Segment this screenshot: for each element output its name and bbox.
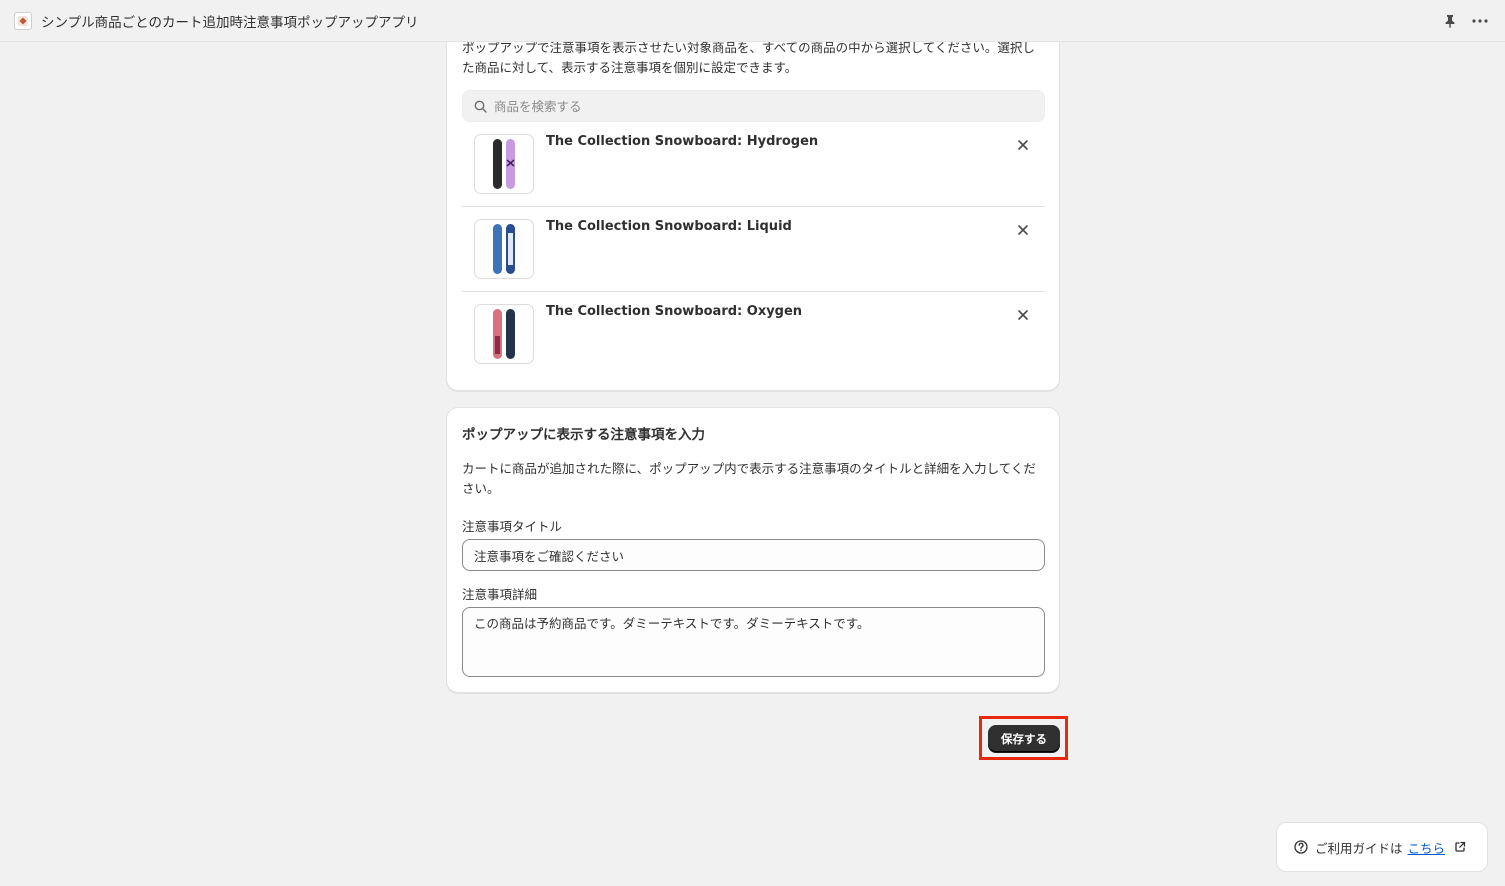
guide-link[interactable]: こちら xyxy=(1408,838,1446,857)
search-icon xyxy=(474,100,487,113)
notice-title-input[interactable] xyxy=(462,539,1045,571)
close-icon xyxy=(1018,225,1028,235)
product-thumbnail xyxy=(474,134,534,194)
close-icon xyxy=(1018,140,1028,150)
app-title: シンプル商品ごとのカート追加時注意事項ポップアップアプリ xyxy=(41,14,419,31)
pin-icon[interactable] xyxy=(1441,12,1459,30)
product-item-liquid: The Collection Snowboard: Liquid xyxy=(462,207,1045,292)
product-selection-description: ポップアップで注意事項を表示させたい対象商品を、すべての商品の中から選択してくだ… xyxy=(462,40,1035,75)
product-search[interactable] xyxy=(462,90,1045,122)
product-item-hydrogen: The Collection Snowboard: Hydrogen xyxy=(462,122,1045,207)
usage-guide-box: ご利用ガイドは こちら xyxy=(1276,822,1488,872)
product-item-oxygen: The Collection Snowboard: Oxygen xyxy=(462,292,1045,377)
product-name: The Collection Snowboard: Liquid xyxy=(546,219,792,234)
remove-product-button[interactable] xyxy=(1013,305,1033,325)
product-thumbnail xyxy=(474,219,534,279)
product-thumbnail xyxy=(474,304,534,364)
product-selection-card: ポップアップで注意事項を表示させたい対象商品を、すべての商品の中から選択してくだ… xyxy=(446,12,1060,391)
external-link-icon[interactable] xyxy=(1454,841,1466,853)
product-name: The Collection Snowboard: Oxygen xyxy=(546,304,803,319)
guide-text: ご利用ガイドは xyxy=(1315,840,1403,856)
help-icon xyxy=(1294,840,1308,854)
app-icon xyxy=(14,11,32,30)
save-button[interactable]: 保存する xyxy=(988,725,1060,752)
notice-title-label: 注意事項タイトル xyxy=(462,519,563,534)
product-name: The Collection Snowboard: Hydrogen xyxy=(546,134,819,149)
notice-card-description: カートに商品が追加された際に、ポップアップ内で表示する注意事項のタイトルと詳細を… xyxy=(462,461,1036,496)
notice-detail-label: 注意事項詳細 xyxy=(462,587,538,602)
remove-product-button[interactable] xyxy=(1013,135,1033,155)
app-header: シンプル商品ごとのカート追加時注意事項ポップアップアプリ xyxy=(0,0,1505,42)
notice-input-card: ポップアップに表示する注意事項を入力 カートに商品が追加された際に、ポップアップ… xyxy=(446,407,1060,693)
search-input[interactable] xyxy=(494,98,1014,114)
notice-detail-textarea[interactable]: この商品は予約商品です。ダミーテキストです。ダミーテキストです。 xyxy=(462,607,1045,677)
notice-card-title: ポップアップに表示する注意事項を入力 xyxy=(462,427,705,443)
more-icon[interactable] xyxy=(1471,12,1489,30)
remove-product-button[interactable] xyxy=(1013,220,1033,240)
close-icon xyxy=(1018,310,1028,320)
